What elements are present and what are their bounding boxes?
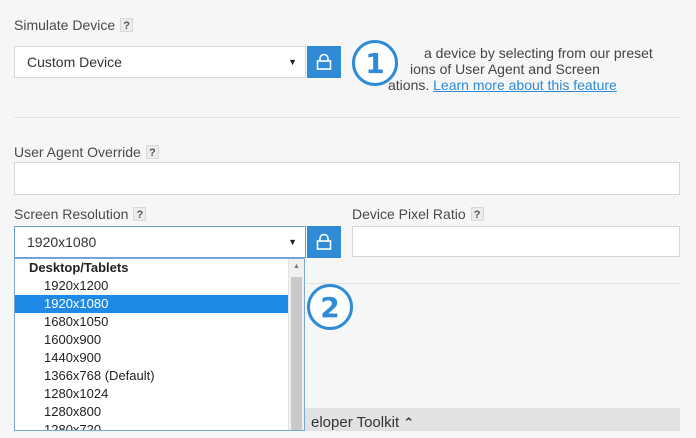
resolution-option-selected[interactable]: 1920x1080 (15, 295, 304, 313)
help-icon[interactable]: ? (470, 207, 484, 221)
screen-resolution-select[interactable]: 1920x1080 ▼ (14, 226, 306, 258)
help-icon[interactable]: ? (133, 207, 147, 221)
simulate-device-label: Simulate Device? (14, 17, 134, 33)
lock-button[interactable] (307, 46, 341, 78)
developer-toolkit-toggle[interactable]: eloper Toolkit ⌃ (300, 408, 680, 431)
lock-button[interactable] (307, 226, 341, 258)
scroll-up-arrow-icon[interactable]: ▲ (289, 259, 304, 275)
resolution-option[interactable]: 1280x1024 (15, 385, 304, 403)
resolution-option[interactable]: 1280x800 (15, 403, 304, 421)
learn-more-link[interactable]: Learn more about this feature (433, 77, 617, 93)
lock-icon (316, 53, 332, 70)
lock-icon (316, 233, 332, 250)
help-icon[interactable]: ? (120, 18, 134, 32)
user-agent-input[interactable] (14, 162, 680, 195)
simulate-device-select[interactable]: Custom Device ▼ (14, 46, 306, 78)
option-group-label: Desktop/Tablets (29, 260, 129, 275)
device-pixel-ratio-label: Device Pixel Ratio? (352, 206, 484, 222)
resolution-option[interactable]: 1600x900 (15, 331, 304, 349)
resolution-option[interactable]: 1280x720 (15, 421, 304, 430)
dropdown-arrow-icon: ▼ (288, 237, 297, 247)
screen-resolution-label: Screen Resolution? (14, 206, 147, 222)
help-icon[interactable]: ? (145, 145, 159, 159)
step-badge-2: 2 (307, 284, 353, 330)
dropdown-arrow-icon: ▼ (288, 57, 297, 67)
section-divider (14, 117, 680, 118)
resolution-option[interactable]: 1680x1050 (15, 313, 304, 331)
dropdown-scrollbar[interactable]: ▲ (288, 259, 304, 430)
resolution-option[interactable]: 1440x900 (15, 349, 304, 367)
resolution-dropdown-list[interactable]: Desktop/Tablets 1920x1200 1920x1080 1680… (14, 258, 305, 431)
feature-description: a device by selecting from our preset io… (388, 45, 653, 93)
device-pixel-ratio-input[interactable] (352, 226, 680, 257)
section-divider (306, 283, 680, 284)
resolution-option[interactable]: 1920x1200 (15, 277, 304, 295)
scrollbar-thumb[interactable] (291, 277, 302, 430)
resolution-option[interactable]: 1366x768 (Default) (15, 367, 304, 385)
chevron-up-icon: ⌃ (403, 415, 415, 430)
user-agent-label: User Agent Override? (14, 144, 159, 160)
